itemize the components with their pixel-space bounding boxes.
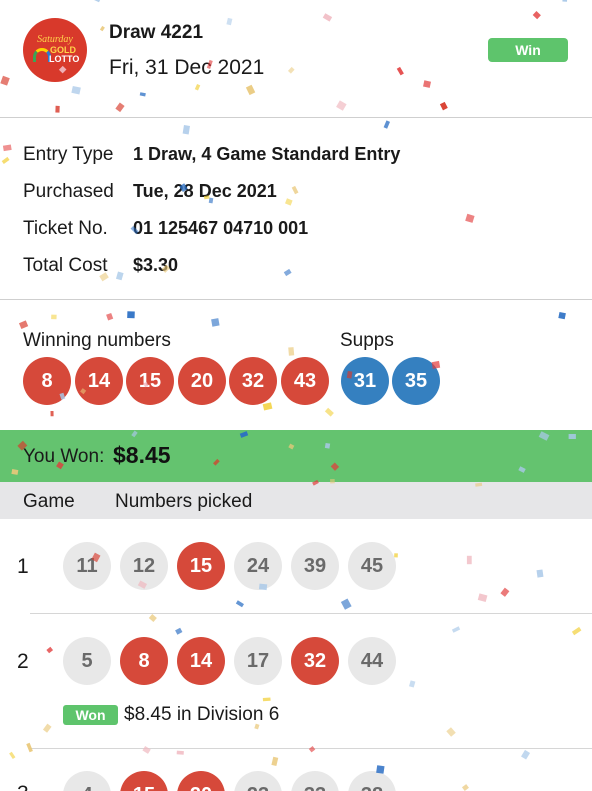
winning-number-ball: 43 [281, 357, 329, 405]
winning-numbers-label: Winning numbers [23, 330, 171, 351]
column-numbers-picked: Numbers picked [115, 491, 253, 512]
detail-label: Purchased [23, 181, 114, 202]
detail-label: Ticket No. [23, 218, 108, 239]
detail-label: Total Cost [23, 255, 108, 276]
detail-label: Entry Type [23, 144, 114, 165]
supp-number-ball: 31 [341, 357, 389, 405]
ticket-detail-screen: Saturday GOLD LOTTO Draw 4221 Fri, 31 De… [0, 0, 592, 791]
saturday-gold-lotto-logo: Saturday GOLD LOTTO [23, 18, 87, 82]
winning-number-ball: 20 [178, 357, 226, 405]
confetti-piece [42, 723, 52, 733]
picked-number: 11 [63, 542, 111, 590]
detail-ticket-no: Ticket No. 01 125467 04710 001 [23, 218, 308, 240]
detail-value: Tue, 28 Dec 2021 [133, 181, 277, 201]
supp-number-ball: 35 [392, 357, 440, 405]
game-number: 1 [17, 555, 29, 578]
ticket-details: Entry Type 1 Draw, 4 Game Standard Entry… [0, 118, 592, 300]
confetti-piece [466, 555, 472, 565]
detail-value: 01 125467 04710 001 [133, 218, 309, 238]
confetti-piece [127, 311, 135, 319]
confetti-piece [394, 553, 398, 558]
picked-number-matched: 15 [177, 542, 225, 590]
confetti-piece [18, 320, 29, 329]
confetti-piece [9, 751, 16, 760]
picked-number: 5 [63, 637, 111, 685]
confetti-piece [262, 402, 273, 411]
confetti-piece [50, 410, 54, 417]
game-number: 2 [17, 650, 29, 673]
picked-number-matched: 8 [120, 637, 168, 685]
confetti-piece [536, 569, 544, 578]
you-won-amount: $8.45 [113, 442, 171, 468]
picked-number: 23 [234, 771, 282, 791]
draw-title: Draw 4221 [109, 22, 204, 43]
picked-number: 39 [291, 542, 339, 590]
supps-label: Supps [340, 330, 394, 351]
picked-number-matched: 14 [177, 637, 225, 685]
confetti-piece [288, 347, 295, 356]
detail-entry-type: Entry Type 1 Draw, 4 Game Standard Entry [23, 144, 400, 166]
picked-number-matched: 15 [120, 771, 168, 791]
draw-date: Fri, 31 Dec 2021 [109, 56, 265, 79]
confetti-piece [51, 314, 57, 320]
confetti-piece [451, 626, 461, 633]
confetti-piece [340, 598, 352, 610]
picked-number: 45 [348, 542, 396, 590]
confetti-piece [521, 749, 531, 760]
confetti-piece [235, 600, 244, 608]
confetti-piece [46, 646, 54, 654]
column-game: Game [23, 491, 75, 512]
detail-value: $3.30 [133, 255, 179, 275]
confetti-piece [308, 746, 316, 753]
confetti-piece [571, 626, 582, 636]
detail-value: 1 Draw, 4 Game Standard Entry [133, 144, 401, 164]
game-divider [30, 613, 592, 614]
confetti-piece [324, 407, 334, 417]
confetti-piece [558, 311, 566, 320]
picked-number-matched: 20 [177, 771, 225, 791]
confetti-piece [106, 312, 114, 321]
confetti-piece [262, 697, 271, 702]
games-table-header: Game Numbers picked [0, 482, 592, 519]
confetti-piece [175, 627, 183, 635]
winning-number-ball: 32 [229, 357, 277, 405]
picked-number: 24 [234, 542, 282, 590]
winning-number-ball: 14 [75, 357, 123, 405]
you-won-bar: You Won: $8.45 [0, 430, 592, 482]
game-number: 3 [17, 782, 29, 791]
winning-number-ball: 8 [23, 357, 71, 405]
confetti-piece [446, 727, 456, 737]
game-divider [30, 748, 592, 749]
detail-total-cost: Total Cost $3.30 [23, 255, 178, 277]
picked-number-matched: 32 [291, 637, 339, 685]
logo-lotto-text: LOTTO [49, 54, 80, 64]
confetti-piece [271, 756, 279, 767]
confetti-piece [408, 680, 416, 688]
confetti-piece [148, 614, 157, 623]
confetti-piece [176, 750, 184, 755]
winning-number-ball: 15 [126, 357, 174, 405]
game-won-text: $8.45 in Division 6 [124, 704, 280, 725]
picked-number: 33 [291, 771, 339, 791]
picked-number: 44 [348, 637, 396, 685]
picked-number: 4 [63, 771, 111, 791]
picked-number: 17 [234, 637, 282, 685]
picked-number: 38 [348, 771, 396, 791]
win-status-badge: Win [488, 38, 568, 62]
detail-purchased: Purchased Tue, 28 Dec 2021 [23, 181, 277, 203]
ticket-header: Saturday GOLD LOTTO Draw 4221 Fri, 31 De… [0, 0, 592, 118]
logo-saturday-text: Saturday [37, 34, 73, 45]
confetti-piece [461, 784, 469, 791]
confetti-piece [500, 587, 510, 597]
confetti-piece [211, 318, 220, 327]
confetti-piece [477, 593, 488, 602]
picked-number: 12 [120, 542, 168, 590]
game-won-tag: Won [63, 705, 118, 725]
you-won-label: You Won: [23, 446, 105, 467]
